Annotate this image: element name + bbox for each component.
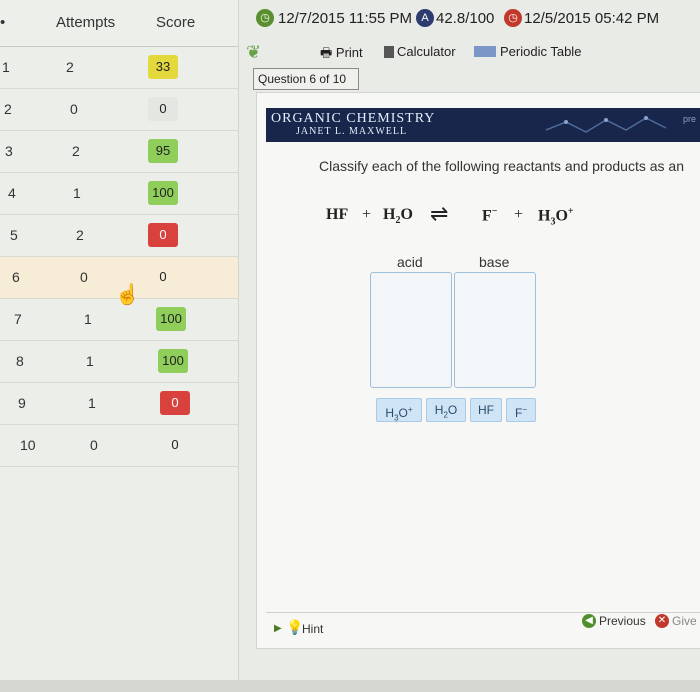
toolbar: 🖶 Print Calculator Periodic Table — [238, 40, 700, 68]
question-row[interactable]: 10 0 0 — [0, 425, 238, 467]
chip-hydronium[interactable]: H3O+ — [376, 398, 422, 422]
molecule-graphic — [545, 116, 667, 133]
attempts-count: 1 — [88, 395, 96, 411]
question-row[interactable]: 2 0 0 — [0, 89, 238, 131]
late-date: 12/5/2015 05:42 PM — [524, 10, 660, 27]
question-number: 8 — [16, 353, 24, 369]
attempts-count: 1 — [86, 353, 94, 369]
score-badge: 0 — [148, 97, 178, 121]
calculator-label: Calculator — [397, 44, 456, 59]
score-panel: • Attempts Score 1 2 33 2 0 0 3 2 95 4 1… — [0, 0, 239, 692]
assignment-info-bar: ◷ 12/7/2015 11:55 PM A 42.8/100 ◷ 12/5/2… — [238, 0, 700, 40]
question-row[interactable]: 4 1 100 — [0, 173, 238, 215]
hand-cursor-icon: ☝ — [115, 284, 140, 306]
attempts-count: 0 — [80, 269, 88, 285]
periodic-table-label: Periodic Table — [500, 44, 582, 59]
late-clock-icon: ◷ — [504, 9, 522, 27]
expand-triangle-icon: ▶ — [274, 623, 282, 634]
banner-corner-text: pre — [682, 114, 696, 124]
print-label: Print — [335, 45, 363, 60]
question-number: 9 — [18, 395, 26, 411]
attempts-count: 2 — [72, 143, 80, 159]
score-badge: 95 — [148, 139, 178, 163]
lightbulb-icon: 💡 — [286, 619, 304, 635]
attempts-count: 2 — [66, 59, 74, 75]
reactant-hf: HF — [326, 206, 349, 223]
acid-drop-zone[interactable] — [370, 272, 452, 388]
question-number: 7 — [14, 311, 22, 327]
bottom-edge — [0, 680, 700, 692]
question-row[interactable]: 5 2 0 — [0, 215, 238, 257]
question-row[interactable]: 8 1 100 — [0, 341, 238, 383]
hint-label: Hint — [302, 622, 324, 636]
give-up-button[interactable]: Give — [672, 614, 697, 628]
textbook-banner: Organic Chemistry Janet L. Maxwell pre — [266, 108, 700, 142]
print-link[interactable]: 🖶 Print — [320, 44, 363, 66]
question-row[interactable]: 9 1 0 — [0, 383, 238, 425]
previous-icon: ◀ — [582, 614, 596, 628]
plus-sign: + — [514, 206, 524, 223]
give-up-icon: ✕ — [655, 614, 669, 628]
question-row[interactable]: 1 2 33 — [0, 47, 238, 89]
question-number: 4 — [8, 185, 16, 201]
calculator-link[interactable]: Calculator — [384, 44, 456, 59]
score-table-header: • Attempts Score — [0, 0, 238, 47]
question-number: 3 — [5, 143, 13, 159]
attempts-header: Attempts — [56, 14, 116, 31]
acid-bin-label: acid — [397, 254, 423, 270]
score-badge: 0 — [159, 269, 167, 284]
question-number: 1 — [2, 59, 10, 75]
calculator-icon — [384, 46, 394, 58]
printer-icon: 🖶 — [320, 45, 333, 60]
grade-value: 42.8/100 — [436, 10, 495, 27]
previous-button[interactable]: Previous — [599, 614, 646, 628]
base-drop-zone[interactable] — [454, 272, 536, 388]
periodic-table-link[interactable]: Periodic Table — [474, 44, 581, 59]
chip-water[interactable]: H2O — [426, 398, 466, 422]
attempts-count: 1 — [84, 311, 92, 327]
attempts-count: 0 — [90, 437, 98, 453]
attempts-count: 2 — [76, 227, 84, 243]
grade-icon: A — [416, 9, 434, 27]
chip-hf[interactable]: HF — [470, 398, 502, 422]
question-number: 10 — [20, 437, 36, 453]
score-badge: 100 — [156, 307, 186, 331]
attempts-count: 0 — [70, 101, 78, 117]
due-date: 12/7/2015 11:55 PM — [278, 10, 412, 27]
question-number: 2 — [4, 101, 12, 117]
score-badge: 100 — [158, 349, 188, 373]
question-number: 5 — [10, 227, 18, 243]
question-row[interactable]: 3 2 95 — [0, 131, 238, 173]
periodic-table-icon — [474, 46, 496, 57]
score-badge: 0 — [148, 223, 178, 247]
product-fluoride: F− — [482, 206, 498, 225]
plus-sign: + — [362, 206, 372, 223]
question-prompt: Classify each of the following reactants… — [319, 158, 684, 174]
header-marker: • — [0, 14, 6, 31]
score-badge: 0 — [171, 437, 179, 452]
chip-fluoride[interactable]: F− — [506, 398, 536, 422]
question-label: Question 6 of 10 — [253, 68, 359, 90]
score-header: Score — [156, 14, 196, 31]
score-badge: 100 — [148, 181, 178, 205]
question-number: 6 — [12, 269, 20, 285]
product-hydronium: H3O+ — [538, 206, 574, 228]
attempts-count: 1 — [73, 185, 81, 201]
banner-title: Organic Chemistry — [271, 111, 436, 126]
due-clock-icon: ◷ — [256, 9, 274, 27]
equilibrium-arrow-icon: ⇌ — [430, 201, 449, 226]
reactant-water: H2O — [383, 206, 413, 227]
score-badge: 0 — [160, 391, 190, 415]
base-bin-label: base — [479, 254, 510, 270]
banner-author: Janet L. Maxwell — [296, 126, 408, 137]
score-badge: 33 — [148, 55, 178, 79]
